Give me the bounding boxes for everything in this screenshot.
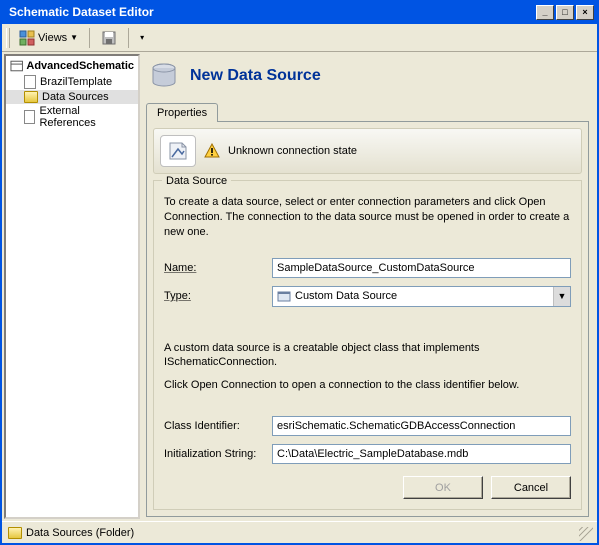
properties-panel: Unknown connection state Data Source To … <box>146 121 589 517</box>
cancel-button[interactable]: Cancel <box>491 476 571 499</box>
data-source-group: Data Source To create a data source, sel… <box>153 180 582 510</box>
dataset-icon <box>10 59 23 73</box>
connection-status-icon <box>160 135 196 167</box>
link-icon <box>24 110 35 124</box>
custom-source-icon <box>277 289 291 303</box>
chevron-down-icon-2: ▾ <box>140 33 144 42</box>
tree-root-label: AdvancedSchematic <box>26 60 134 72</box>
tree-panel[interactable]: AdvancedSchematic BrazilTemplate Data So… <box>4 54 140 519</box>
content-panel: New Data Source Properties Unknown conne… <box>142 52 597 521</box>
folder-icon <box>24 91 38 103</box>
class-id-label: Class Identifier: <box>164 420 266 432</box>
data-source-legend: Data Source <box>162 175 231 187</box>
custom-source-desc-1: A custom data source is a creatable obje… <box>164 341 571 371</box>
name-label: Name: <box>164 262 266 274</box>
save-icon <box>101 30 117 46</box>
tree-item-label: BrazilTemplate <box>40 76 112 88</box>
data-source-icon <box>148 60 180 92</box>
type-label: Type: <box>164 290 266 302</box>
type-row: Type: Custom Data Source ▼ <box>164 286 571 307</box>
toolbar: Views ▼ ▾ <box>2 24 597 52</box>
type-combobox[interactable]: Custom Data Source ▼ <box>272 286 571 307</box>
toolbar-separator-2 <box>128 28 129 48</box>
views-icon <box>19 30 35 46</box>
ok-button: OK <box>403 476 483 499</box>
tree-item-external-references[interactable]: External References <box>6 104 138 130</box>
minimize-button[interactable]: _ <box>536 5 554 20</box>
dialog-button-row: OK Cancel <box>164 476 571 499</box>
connection-status-text: Unknown connection state <box>228 145 357 157</box>
status-bar: Data Sources (Folder) <box>2 521 597 543</box>
class-id-input[interactable] <box>272 416 571 436</box>
data-source-description: To create a data source, select or enter… <box>164 195 571 240</box>
views-menu-button[interactable]: Views ▼ <box>14 27 83 49</box>
tree-item-label: Data Sources <box>42 91 109 103</box>
tree-item-braziltemplate[interactable]: BrazilTemplate <box>6 74 138 90</box>
toolbar-grip <box>6 28 10 48</box>
content-header: New Data Source <box>146 56 589 102</box>
name-row: Name: <box>164 258 571 278</box>
template-icon <box>24 75 36 89</box>
type-value: Custom Data Source <box>295 290 397 302</box>
maximize-button[interactable]: □ <box>556 5 574 20</box>
tree-item-label: External References <box>39 105 134 129</box>
resize-grip[interactable] <box>579 527 593 541</box>
chevron-down-icon: ▼ <box>70 33 78 42</box>
tree-item-data-sources[interactable]: Data Sources <box>6 90 138 104</box>
save-button[interactable] <box>96 27 122 49</box>
init-string-label: Initialization String: <box>164 448 266 460</box>
custom-source-desc-2: Click Open Connection to open a connecti… <box>164 378 571 393</box>
folder-icon-status <box>8 527 22 539</box>
connection-status-row: Unknown connection state <box>153 128 582 174</box>
close-button[interactable]: × <box>576 5 594 20</box>
warning-icon <box>204 143 220 159</box>
chevron-down-icon-3[interactable]: ▼ <box>553 287 570 306</box>
main-area: AdvancedSchematic BrazilTemplate Data So… <box>2 52 597 521</box>
toolbar-overflow-button[interactable]: ▾ <box>135 27 149 49</box>
name-input[interactable] <box>272 258 571 278</box>
page-title: New Data Source <box>190 67 321 85</box>
toolbar-separator <box>89 28 90 48</box>
window-titlebar: Schematic Dataset Editor _ □ × <box>2 0 597 24</box>
views-label: Views <box>38 32 67 44</box>
init-string-row: Initialization String: <box>164 444 571 464</box>
window-title: Schematic Dataset Editor <box>9 5 534 19</box>
init-string-input[interactable] <box>272 444 571 464</box>
status-bar-text: Data Sources (Folder) <box>26 527 134 539</box>
tab-strip: Properties <box>146 102 589 121</box>
tab-properties[interactable]: Properties <box>146 103 218 122</box>
class-id-row: Class Identifier: <box>164 416 571 436</box>
tree-root-node[interactable]: AdvancedSchematic <box>6 58 138 74</box>
